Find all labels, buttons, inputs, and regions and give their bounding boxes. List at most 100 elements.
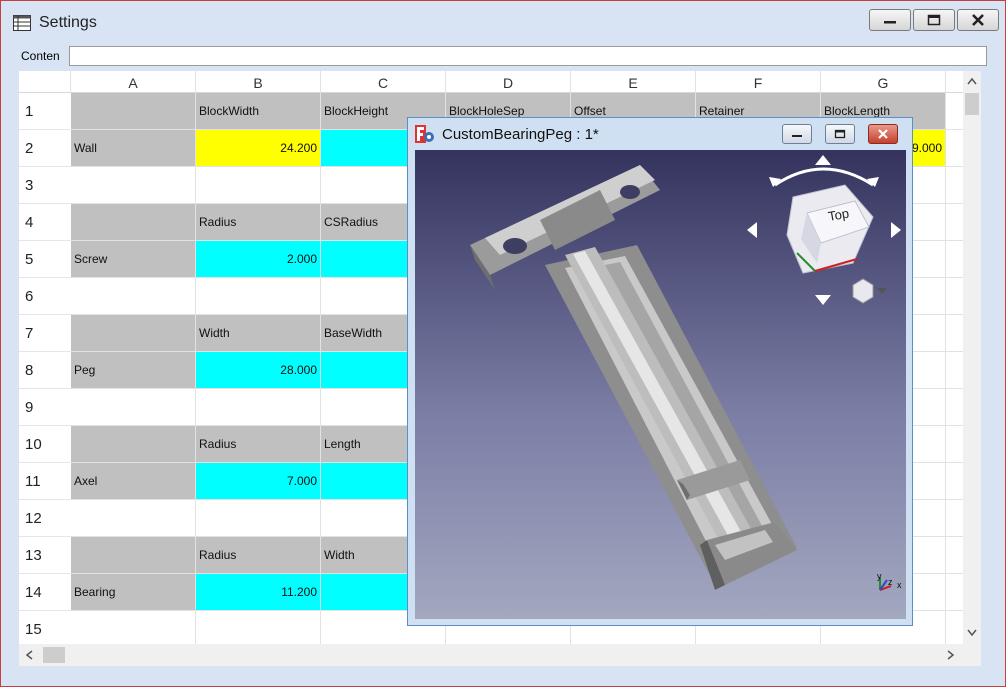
row-header-8[interactable]: 8 xyxy=(19,352,71,389)
maximize-button[interactable] xyxy=(913,9,955,31)
grid-cell[interactable] xyxy=(946,463,963,500)
row-header-13[interactable]: 13 xyxy=(19,537,71,574)
contents-label: Conten xyxy=(21,49,60,63)
row-header-7[interactable]: 7 xyxy=(19,315,71,352)
3d-view-maximize-button[interactable] xyxy=(825,124,855,144)
contents-bar: Conten xyxy=(11,45,991,67)
axis-x-label: x xyxy=(897,580,902,590)
nav-up-arrow-icon[interactable] xyxy=(815,155,831,165)
cell-b13[interactable]: Radius xyxy=(196,537,321,574)
column-header-d[interactable]: D xyxy=(446,71,571,93)
nav-right-arrow-icon[interactable] xyxy=(891,222,901,238)
grid-cell[interactable] xyxy=(71,500,196,537)
3d-view-close-button[interactable] xyxy=(868,124,898,144)
cell-b4[interactable]: Radius xyxy=(196,204,321,241)
row-header-15[interactable]: 15 xyxy=(19,611,71,644)
row-header-10[interactable]: 10 xyxy=(19,426,71,463)
3d-view-minimize-button[interactable] xyxy=(782,124,812,144)
corner-header[interactable] xyxy=(19,71,71,93)
grid-cell[interactable] xyxy=(946,167,963,204)
3d-view-titlebar: CustomBearingPeg : 1* xyxy=(414,124,599,144)
cell-a7[interactable] xyxy=(71,315,196,352)
close-icon xyxy=(878,129,888,139)
grid-cell[interactable] xyxy=(196,167,321,204)
grid-cell[interactable] xyxy=(946,389,963,426)
column-header-a[interactable]: A xyxy=(71,71,196,93)
row-header-5[interactable]: 5 xyxy=(19,241,71,278)
grid-cell[interactable] xyxy=(946,315,963,352)
grid-cell[interactable] xyxy=(946,574,963,611)
cell-b1[interactable]: BlockWidth xyxy=(196,93,321,130)
axis-y-label: y xyxy=(877,571,882,581)
cell-a1[interactable] xyxy=(71,93,196,130)
column-header-g[interactable]: G xyxy=(821,71,946,93)
grid-cell[interactable] xyxy=(946,352,963,389)
scroll-corner xyxy=(963,644,981,666)
row-header-4[interactable]: 4 xyxy=(19,204,71,241)
grid-cell[interactable] xyxy=(71,611,196,644)
scroll-left-icon[interactable] xyxy=(25,650,33,660)
row-header-14[interactable]: 14 xyxy=(19,574,71,611)
horizontal-scroll-thumb[interactable] xyxy=(43,647,65,663)
grid-cell[interactable] xyxy=(946,130,963,167)
cell-b11[interactable]: 7.000 xyxy=(196,463,321,500)
cell-a11[interactable]: Axel xyxy=(71,463,196,500)
grid-cell[interactable] xyxy=(946,537,963,574)
column-header-f[interactable]: F xyxy=(696,71,821,93)
row-header-12[interactable]: 12 xyxy=(19,500,71,537)
cell-a10[interactable] xyxy=(71,426,196,463)
grid-cell[interactable] xyxy=(71,389,196,426)
cell-a5[interactable]: Screw xyxy=(71,241,196,278)
cell-b7[interactable]: Width xyxy=(196,315,321,352)
nav-left-arrow-icon[interactable] xyxy=(747,222,757,238)
close-button[interactable] xyxy=(957,9,999,31)
cell-b2[interactable]: 24.200 xyxy=(196,130,321,167)
cell-a8[interactable]: Peg xyxy=(71,352,196,389)
column-header-extra[interactable] xyxy=(946,71,963,93)
3d-view-title: CustomBearingPeg : 1* xyxy=(442,125,599,143)
cell-a14[interactable]: Bearing xyxy=(71,574,196,611)
contents-input[interactable] xyxy=(69,46,987,66)
row-header-2[interactable]: 2 xyxy=(19,130,71,167)
3d-viewport[interactable]: Top y z x xyxy=(415,150,906,619)
cell-b10[interactable]: Radius xyxy=(196,426,321,463)
grid-cell[interactable] xyxy=(71,278,196,315)
grid-cell[interactable] xyxy=(946,426,963,463)
minimize-button[interactable] xyxy=(869,9,911,31)
row-header-6[interactable]: 6 xyxy=(19,278,71,315)
grid-cell[interactable] xyxy=(196,278,321,315)
nav-down-arrow-icon[interactable] xyxy=(815,295,831,305)
row-header-3[interactable]: 3 xyxy=(19,167,71,204)
freecad-icon xyxy=(415,125,434,143)
scroll-up-icon[interactable] xyxy=(967,77,977,85)
row-header-1[interactable]: 1 xyxy=(19,93,71,130)
vertical-scroll-thumb[interactable] xyxy=(965,93,979,115)
column-header-e[interactable]: E xyxy=(571,71,696,93)
row-header-9[interactable]: 9 xyxy=(19,389,71,426)
grid-cell[interactable] xyxy=(946,93,963,130)
cell-a2[interactable]: Wall xyxy=(71,130,196,167)
cell-a13[interactable] xyxy=(71,537,196,574)
cell-b5[interactable]: 2.000 xyxy=(196,241,321,278)
scroll-down-icon[interactable] xyxy=(967,629,977,637)
navigation-cube[interactable]: Top xyxy=(745,155,905,310)
column-header-b[interactable]: B xyxy=(196,71,321,93)
3d-view-window: CustomBearingPeg : 1* Top y z x xyxy=(407,117,913,626)
cell-a4[interactable] xyxy=(71,204,196,241)
grid-cell[interactable] xyxy=(946,500,963,537)
horizontal-scrollbar[interactable] xyxy=(19,644,963,666)
grid-cell[interactable] xyxy=(196,500,321,537)
grid-cell[interactable] xyxy=(196,389,321,426)
cell-b14[interactable]: 11.200 xyxy=(196,574,321,611)
vertical-scrollbar[interactable] xyxy=(963,71,981,644)
grid-cell[interactable] xyxy=(946,241,963,278)
grid-cell[interactable] xyxy=(946,611,963,644)
cell-b8[interactable]: 28.000 xyxy=(196,352,321,389)
column-header-c[interactable]: C xyxy=(321,71,446,93)
grid-cell[interactable] xyxy=(946,278,963,315)
scroll-right-icon[interactable] xyxy=(947,650,955,660)
row-header-11[interactable]: 11 xyxy=(19,463,71,500)
grid-cell[interactable] xyxy=(196,611,321,644)
grid-cell[interactable] xyxy=(71,167,196,204)
grid-cell[interactable] xyxy=(946,204,963,241)
